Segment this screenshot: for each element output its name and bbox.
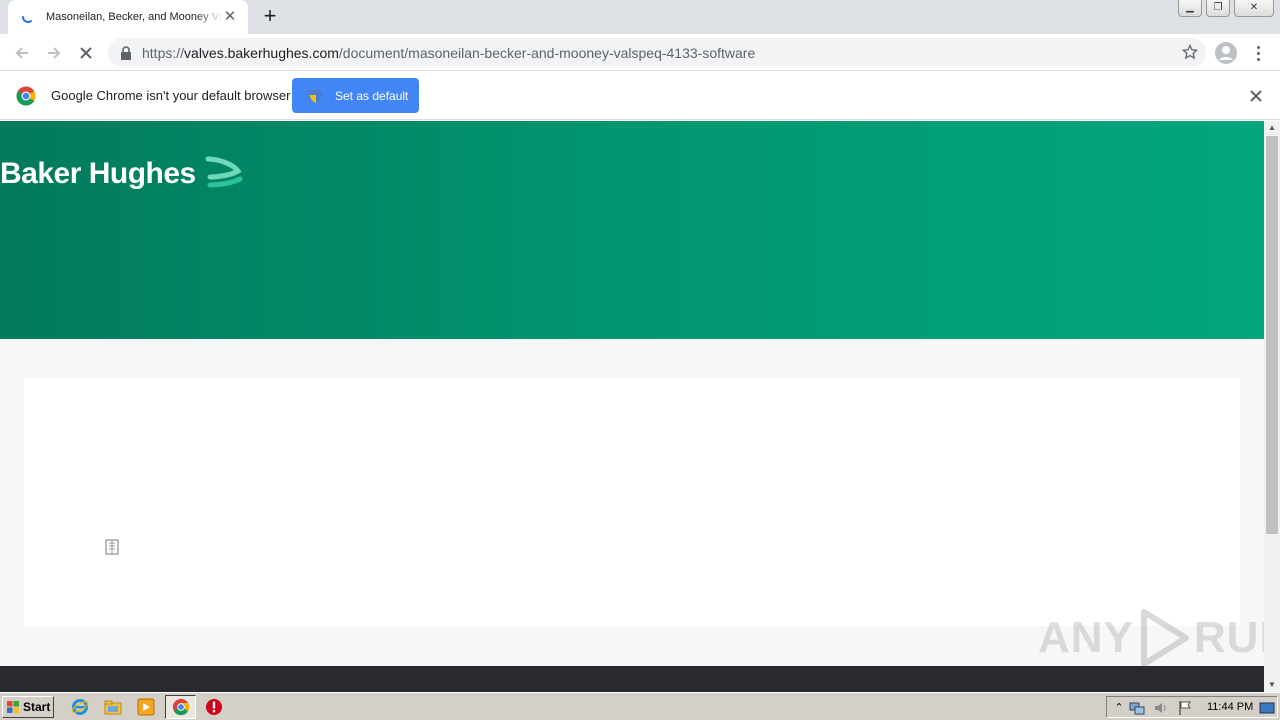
media-player-icon[interactable]	[137, 698, 155, 716]
stop-x-icon	[80, 47, 92, 59]
content-card	[24, 378, 1240, 626]
back-arrow-icon	[15, 47, 28, 59]
broken-image-icon	[105, 539, 119, 555]
browser-tab[interactable]: Masoneilan, Becker, and Mooney Valspeq 4…	[8, 0, 248, 34]
set-as-default-label: Set as default	[335, 88, 409, 103]
url-scheme: https://	[142, 44, 185, 61]
chrome-icon	[172, 698, 190, 716]
hero-banner: Baker Hughes	[0, 121, 1264, 339]
infobar-close-icon[interactable]	[1248, 88, 1264, 104]
restore-button[interactable]: ❐	[1206, 0, 1230, 17]
watermark-left: ANY	[1038, 613, 1134, 662]
lock-icon	[121, 45, 131, 60]
show-desktop-icon[interactable]	[1259, 700, 1275, 716]
play-triangle-icon	[1140, 609, 1189, 667]
infobar-message: Google Chrome isn't your default browser	[51, 88, 291, 103]
network-icon[interactable]	[1129, 700, 1145, 716]
scroll-down-arrow-icon[interactable]: ▼	[1264, 678, 1280, 692]
baker-hughes-mark-icon	[205, 156, 243, 188]
browser-toolbar: https://valves.bakerhughes.com/document/…	[0, 34, 1280, 71]
address-bar[interactable]: https://valves.bakerhughes.com/document/…	[108, 38, 1206, 67]
forward-button[interactable]	[42, 41, 66, 65]
windows-flag-icon	[7, 701, 19, 713]
bookmark-star-icon[interactable]	[1182, 44, 1198, 60]
brand-name: Baker Hughes	[0, 157, 196, 190]
forward-arrow-icon	[48, 47, 61, 59]
uac-shield-icon	[310, 88, 322, 103]
start-label: Start	[23, 700, 51, 714]
minimize-button[interactable]: ▁	[1178, 0, 1202, 17]
action-center-flag-icon[interactable]	[1177, 700, 1193, 716]
stop-icon[interactable]	[205, 698, 223, 716]
profile-avatar-icon[interactable]	[1214, 41, 1238, 65]
page-footer	[0, 666, 1264, 692]
show-hidden-icons-icon[interactable]: ⌃	[1111, 700, 1127, 716]
tab-close-icon[interactable]: ✕	[222, 9, 238, 25]
chrome-menu-icon[interactable]	[1250, 41, 1266, 65]
anyrun-watermark: ANY RUN	[1038, 608, 1264, 668]
window-controls: ▁ ❐ ✕	[1174, 0, 1280, 20]
ie-icon[interactable]	[71, 698, 89, 716]
tab-title: Masoneilan, Becker, and Mooney Valspeq 4…	[46, 11, 222, 23]
page-viewport: Baker Hughes ANY RUN	[0, 121, 1264, 692]
tab-strip: Masoneilan, Becker, and Mooney Valspeq 4…	[0, 0, 1280, 34]
set-as-default-button[interactable]: Set as default	[292, 78, 419, 113]
new-tab-button[interactable]: +	[258, 5, 282, 29]
url-text: https://valves.bakerhughes.com/document/…	[142, 45, 755, 61]
chrome-logo-icon	[16, 86, 36, 106]
taskbar-clock[interactable]: 11:44 PM	[1207, 701, 1253, 713]
default-browser-infobar: Google Chrome isn't your default browser…	[0, 72, 1280, 120]
brand-logo[interactable]: Baker Hughes	[0, 155, 244, 193]
volume-icon[interactable]	[1153, 700, 1169, 716]
stop-loading-button[interactable]	[74, 41, 98, 65]
taskbar-chrome-button[interactable]	[165, 695, 196, 719]
window-close-button[interactable]: ✕	[1234, 0, 1274, 17]
windows-taskbar: Start ⌃ 11:44 PM	[0, 692, 1280, 720]
scroll-up-arrow-icon[interactable]: ▲	[1264, 121, 1280, 135]
loading-spinner-icon	[22, 16, 32, 23]
scroll-thumb[interactable]	[1266, 136, 1278, 534]
explorer-icon[interactable]	[104, 698, 122, 716]
url-path: /document/masoneilan-becker-and-mooney-v…	[338, 44, 756, 61]
system-tray: ⌃ 11:44 PM	[1106, 696, 1278, 718]
watermark-right: RUN	[1193, 613, 1264, 662]
back-button[interactable]	[10, 41, 34, 65]
vertical-scrollbar[interactable]: ▲ ▼	[1264, 121, 1280, 692]
url-host: valves.bakerhughes.com	[184, 44, 339, 61]
start-button[interactable]: Start	[2, 696, 54, 718]
